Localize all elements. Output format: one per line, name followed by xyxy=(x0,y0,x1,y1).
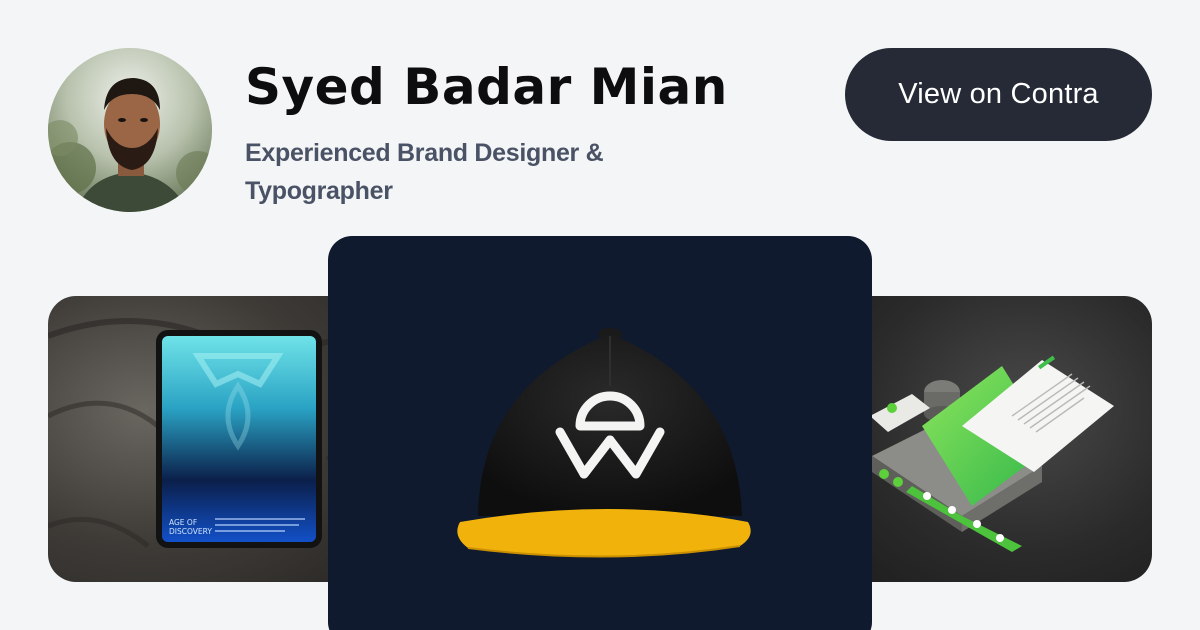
tablet-poster-line-1: AGE OF xyxy=(169,518,198,527)
tablet-poster-title: AGE OF DISCOVERY xyxy=(169,518,212,536)
profile-title: Experienced Brand Designer & Typographer xyxy=(245,139,604,205)
portfolio-card-center[interactable] xyxy=(328,236,872,630)
tablet-poster-line-2: DISCOVERY xyxy=(169,527,212,536)
portfolio-card-right[interactable] xyxy=(832,296,1152,582)
profile-avatar xyxy=(48,48,212,212)
portfolio-card-left[interactable]: AGE OF DISCOVERY xyxy=(48,296,368,582)
avatar-photo xyxy=(48,48,212,212)
cap-mockup-image xyxy=(457,328,751,558)
view-on-contra-button[interactable]: View on Contra xyxy=(845,48,1152,141)
stationery-mockup-image xyxy=(870,355,1114,552)
tablet-mockup-image xyxy=(48,318,368,548)
profile-name: Syed Badar Mian xyxy=(245,58,728,116)
